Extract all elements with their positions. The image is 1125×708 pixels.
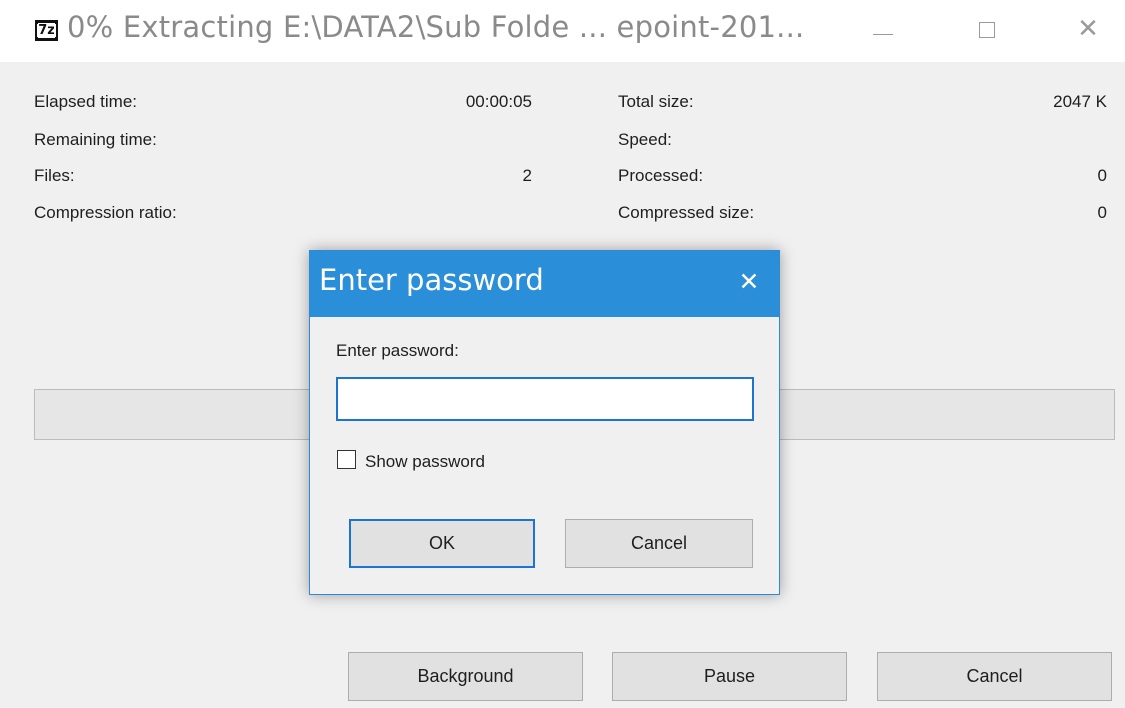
show-password-label[interactable]: Show password [365,452,485,472]
files-label: Files: [34,166,75,185]
pause-button[interactable]: Pause [612,652,847,701]
enter-password-dialog: Enter password ✕ Enter password: Show pa… [309,250,780,595]
compressed-size-label: Compressed size: [618,203,755,222]
password-prompt-label: Enter password: [336,341,459,360]
elapsed-time-label: Elapsed time: [34,92,137,111]
dialog-titlebar[interactable]: Enter password ✕ [310,251,779,317]
window-titlebar[interactable]: 7z 0% Extracting E:\DATA2\Sub Folde ... … [0,0,1125,62]
processed-label: Processed: [618,166,704,185]
dialog-title: Enter password [319,263,544,297]
window-title: 0% Extracting E:\DATA2\Sub Folde ... epo… [67,10,805,44]
7zip-app-icon: 7z [35,20,58,41]
password-input[interactable] [336,377,754,421]
elapsed-time-value: 00:00:05 [465,92,532,111]
compressed-size-value: 0 [1097,203,1107,222]
close-icon: ✕ [1077,14,1099,44]
minimize-button[interactable] [852,0,912,62]
close-button[interactable]: ✕ [1058,0,1118,62]
total-size-label: Total size: [618,92,694,111]
dialog-cancel-button[interactable]: Cancel [565,519,753,568]
maximize-icon [979,22,995,38]
close-icon: ✕ [738,267,760,296]
cancel-extraction-button[interactable]: Cancel [877,652,1112,701]
ok-button[interactable]: OK [349,519,535,568]
speed-label: Speed: [618,130,672,149]
maximize-button[interactable] [957,0,1017,62]
minimize-icon [873,34,893,35]
files-value: 2 [522,166,532,185]
dialog-close-button[interactable]: ✕ [731,265,767,301]
processed-value: 0 [1097,166,1107,185]
total-size-value: 2047 K [1053,92,1107,111]
compression-ratio-label: Compression ratio: [34,203,177,222]
show-password-checkbox[interactable] [337,450,356,469]
remaining-time-label: Remaining time: [34,130,157,149]
background-button[interactable]: Background [348,652,583,701]
